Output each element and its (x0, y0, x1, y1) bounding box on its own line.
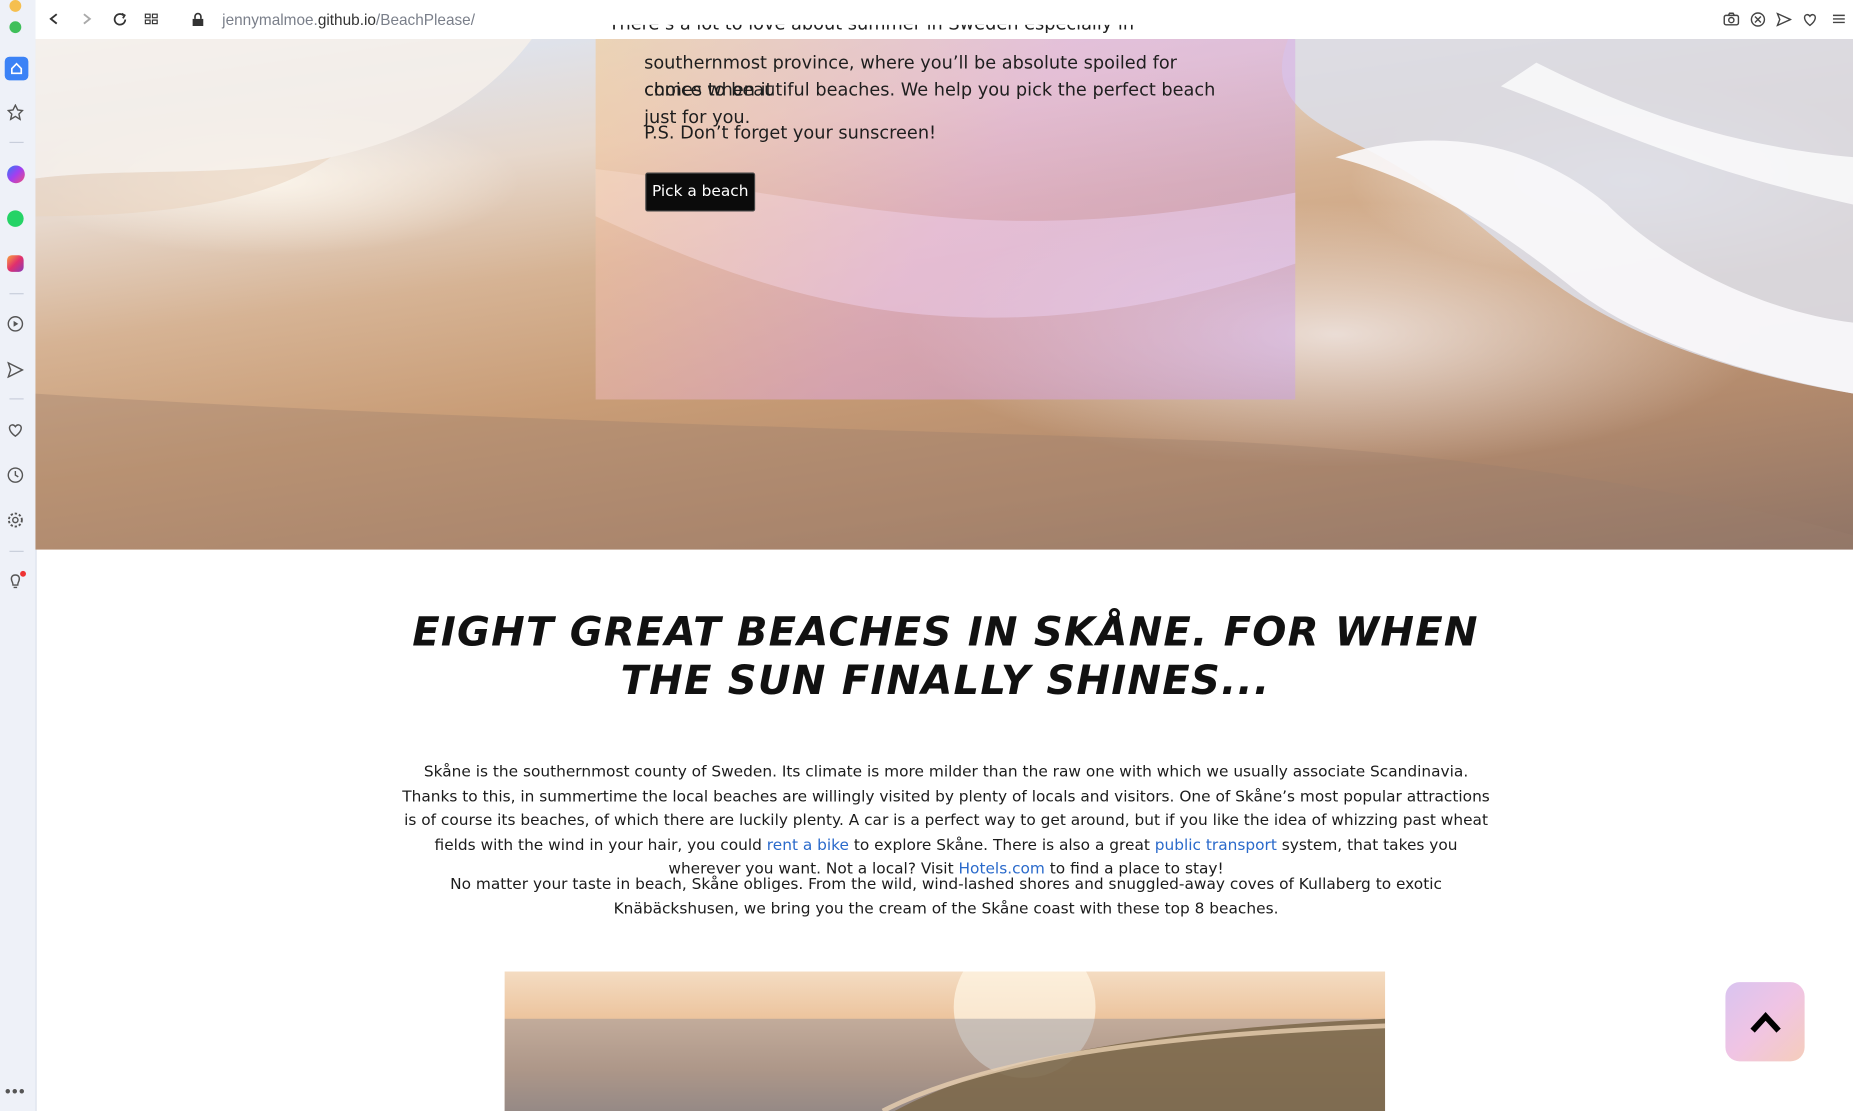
heart-icon[interactable] (5, 420, 26, 441)
url-prefix: jennymalmoe. (222, 10, 318, 29)
beach-photo (504, 971, 1386, 1111)
send-icon[interactable] (5, 359, 26, 380)
adblock-icon[interactable] (1748, 9, 1767, 28)
window-zoom-dot[interactable] (9, 21, 22, 34)
tips-icon[interactable] (5, 570, 26, 592)
intro-text-2: to explore Skåne. There is also a great (848, 836, 1155, 854)
url-host: github.io (317, 10, 376, 29)
url-path: /BeachPlease/ (375, 10, 476, 29)
chevron-up-icon (1749, 1011, 1781, 1033)
reload-icon[interactable] (110, 9, 129, 28)
menu-icon[interactable] (1829, 9, 1848, 28)
intro-paragraph: Skåne is the southernmost county of Swed… (399, 761, 1492, 882)
page-heading: Eight great beaches in Skåne. For when t… (412, 608, 1479, 705)
home-icon[interactable] (4, 56, 29, 81)
messenger-icon[interactable] (5, 163, 26, 184)
lock-icon (188, 9, 207, 28)
window-minimize-dot[interactable] (9, 0, 22, 12)
settings-icon[interactable] (5, 509, 26, 530)
send-icon[interactable] (1774, 9, 1793, 28)
browser-window: ••• jennymalmoe.github.io/BeachPlease/ s… (0, 0, 1853, 1111)
player-icon[interactable] (5, 313, 26, 334)
rent-a-bike-link[interactable]: rent a bike (767, 836, 849, 854)
hero-ps: P.S. Don’t forget your sunscreen! (644, 121, 937, 144)
heart-icon[interactable] (1800, 9, 1819, 28)
address-bar[interactable]: jennymalmoe.github.io/BeachPlease/ (222, 11, 475, 29)
history-icon[interactable] (5, 464, 26, 485)
back-icon[interactable] (45, 9, 64, 28)
pick-a-beach-button[interactable]: Pick a beach (645, 172, 756, 212)
instagram-icon[interactable] (5, 253, 26, 274)
second-paragraph: No matter your taste in beach, Skåne obl… (450, 875, 1442, 918)
public-transport-link[interactable]: public transport (1155, 836, 1277, 854)
bookmark-icon[interactable] (5, 102, 26, 123)
camera-icon[interactable] (1722, 9, 1741, 28)
forward-icon[interactable] (77, 9, 96, 28)
tabs-grid-icon[interactable] (142, 9, 161, 28)
more-icon[interactable]: ••• (5, 1080, 26, 1101)
whatsapp-icon[interactable] (5, 208, 26, 229)
hero-intro-cut-line: There’s a lot to love about summer in Sw… (609, 25, 1200, 38)
browser-sidebar: ••• (0, 0, 37, 1111)
scroll-to-top-button[interactable] (1725, 982, 1805, 1062)
